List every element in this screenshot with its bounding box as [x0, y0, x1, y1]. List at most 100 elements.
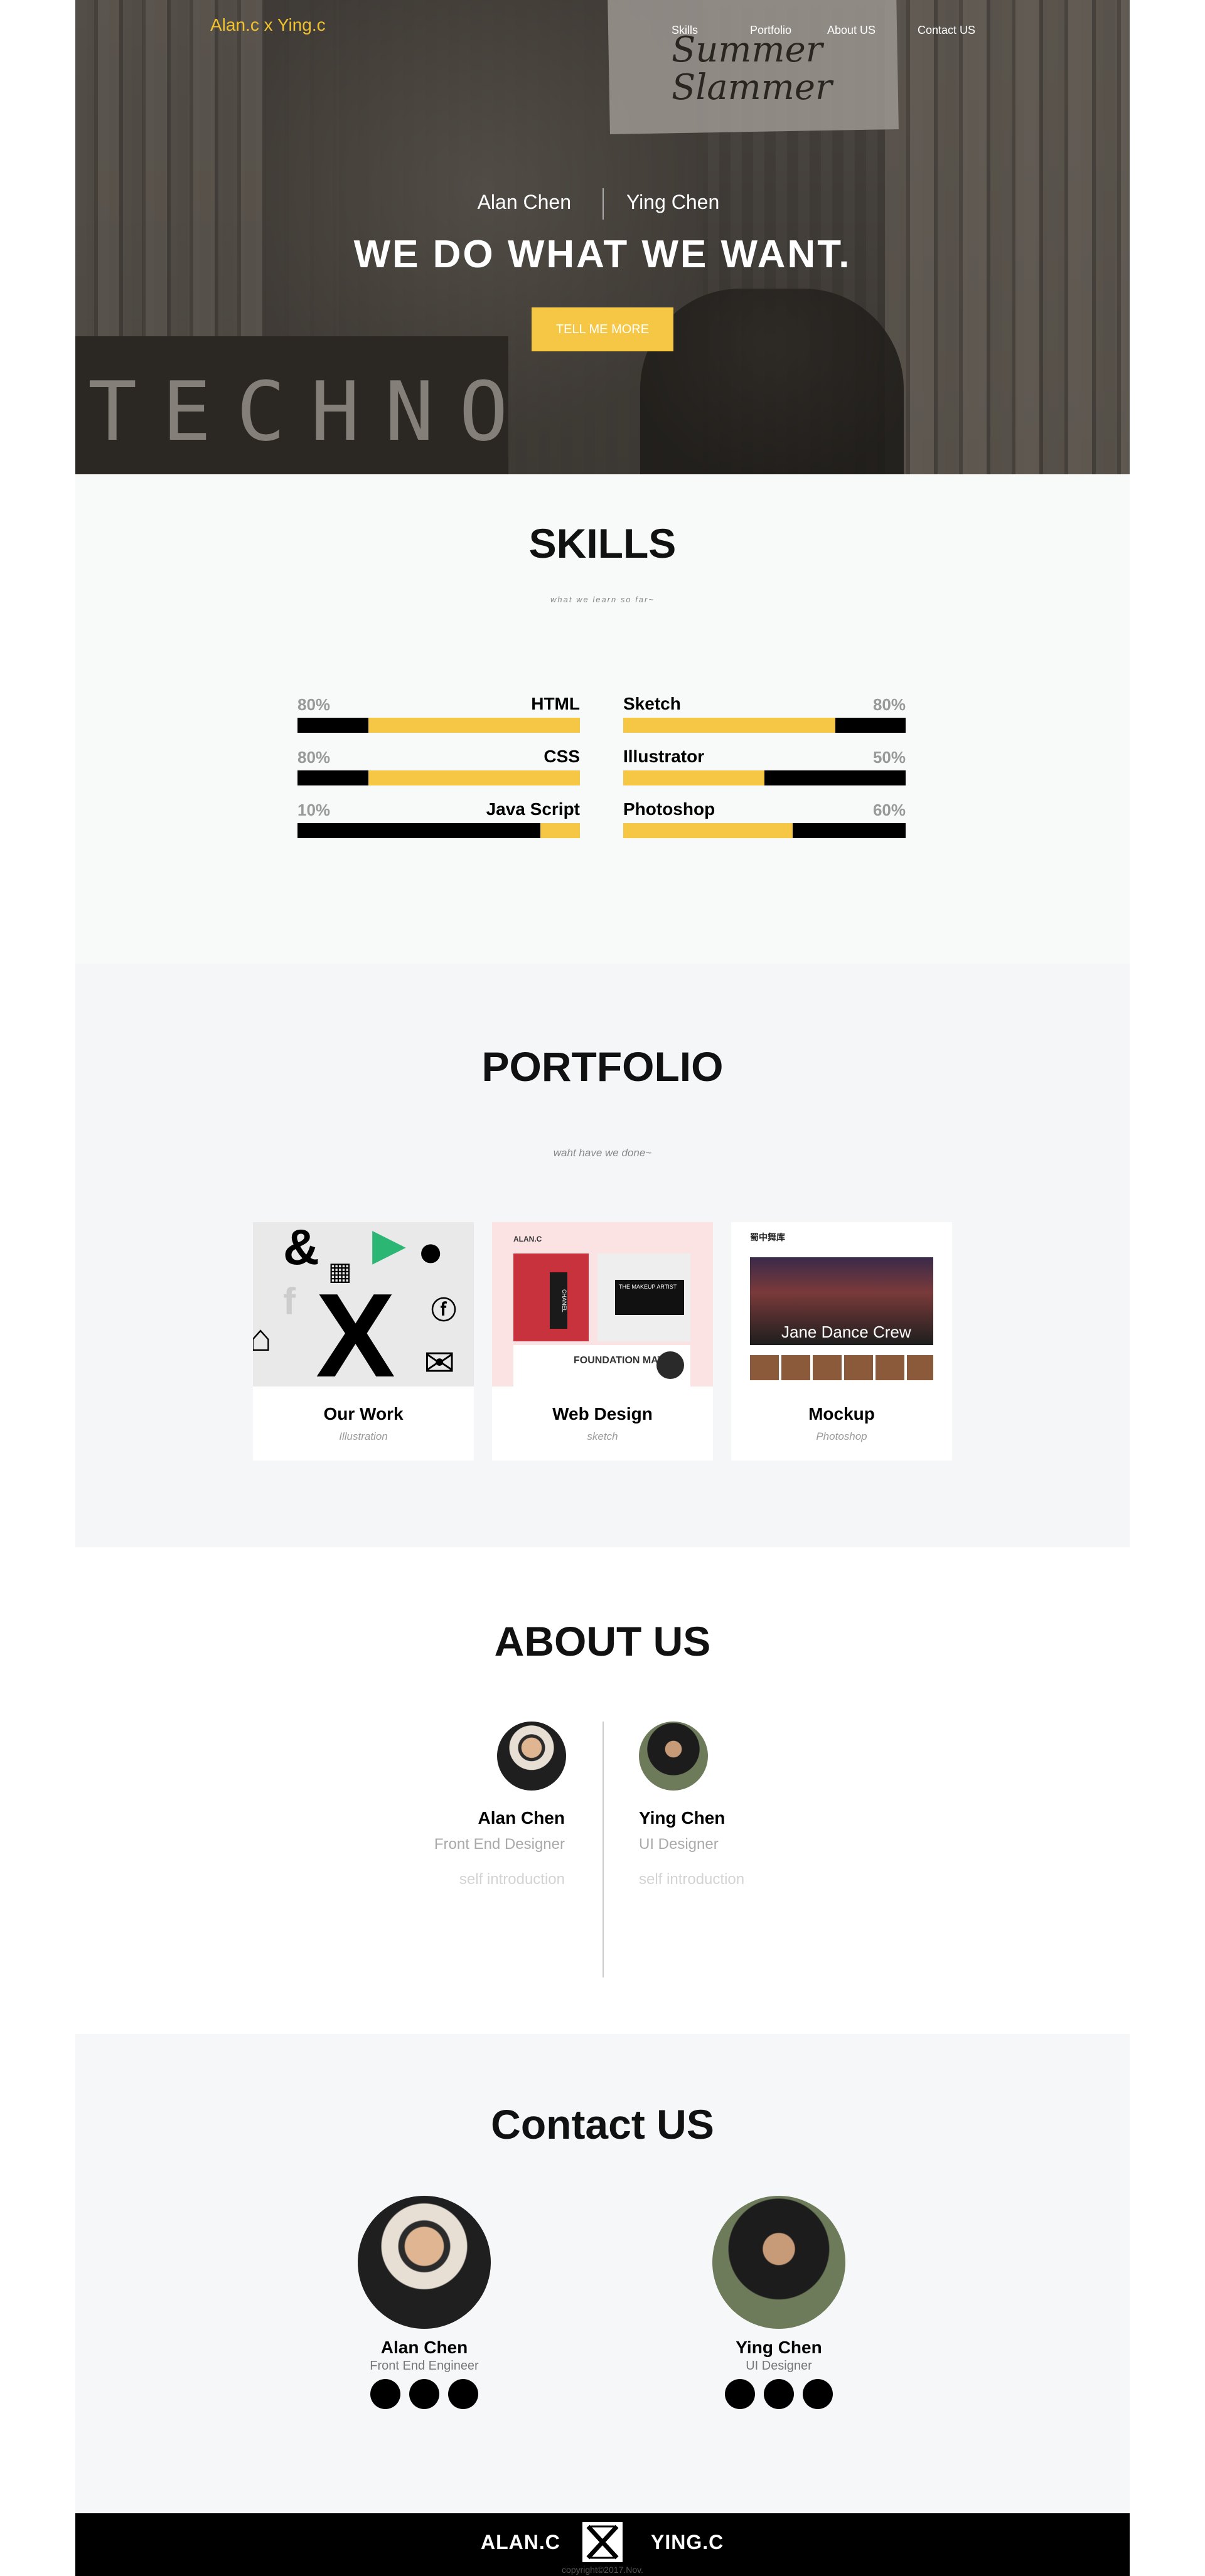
- main-nav: Skills Portfolio About US Contact US: [75, 24, 1130, 39]
- skill-bar-dark: [297, 823, 540, 838]
- about-name-ying: Ying Chen: [639, 1808, 726, 1828]
- card-title: Mockup: [808, 1404, 875, 1424]
- avatar: [497, 1722, 566, 1791]
- portfolio-card-our-work[interactable]: & ▦ ▶ ● f X ⓕ ✉ ⌂ Our Work Illustration: [253, 1222, 474, 1461]
- footer-right-text: YING.C: [651, 2531, 724, 2553]
- social-link-icon[interactable]: [803, 2379, 833, 2409]
- apple-icon: ●: [417, 1227, 444, 1275]
- mail-icon: ✉: [424, 1342, 456, 1384]
- skill-bar-dark: [764, 770, 906, 785]
- footer-left-text: ALAN.C: [481, 2531, 560, 2553]
- thumb-logo: 蜀中舞库: [750, 1232, 785, 1242]
- avatar: [358, 2196, 491, 2329]
- thumb-gallery-strip: [750, 1355, 933, 1380]
- copyright-text: copyright©2017.Nov.: [562, 2565, 643, 2575]
- skill-bar-dark: [835, 718, 906, 733]
- skill-illustrator-percent: 50%: [872, 748, 906, 767]
- hero-name-right: Ying Chen: [626, 191, 720, 213]
- our-work-thumbnail: & ▦ ▶ ● f X ⓕ ✉ ⌂: [253, 1222, 474, 1386]
- thumb-compact: [656, 1351, 684, 1379]
- nav-portfolio[interactable]: Portfolio: [750, 24, 791, 37]
- skill-photoshop-bar: [623, 823, 906, 838]
- home-icon: ⌂: [253, 1317, 272, 1359]
- about-role-alan: Front End Designer: [434, 1836, 565, 1853]
- skill-bar-fill: [623, 770, 764, 785]
- card-title: Web Design: [552, 1404, 653, 1424]
- about-role-ying: UI Designer: [639, 1836, 719, 1853]
- hero-name-divider: [602, 188, 604, 220]
- skills-title: SKILLS: [528, 520, 677, 567]
- skill-bar-fill: [368, 770, 580, 785]
- mockup-thumbnail: 蜀中舞库 Jane Dance Crew: [731, 1222, 952, 1386]
- contact-role-ying: UI Designer: [746, 2359, 812, 2373]
- footer-x-logo-icon: [582, 2522, 623, 2562]
- skill-html: 80% HTML: [297, 694, 580, 734]
- portfolio-title: PORTFOLIO: [481, 1043, 724, 1090]
- contact-title: Contact US: [491, 2101, 714, 2148]
- footer: ALAN.C YING.C copyright©2017.Nov.: [75, 2513, 1130, 2576]
- skill-sketch: Sketch 80%: [623, 694, 906, 734]
- skill-javascript-bar: [297, 823, 580, 838]
- skill-illustrator: Illustrator 50%: [623, 747, 906, 787]
- portfolio-subtitle: waht have we done~: [553, 1147, 652, 1159]
- about-intro-ying: self introduction: [639, 1871, 745, 1888]
- portfolio-card-web-design[interactable]: ALAN.C CHANEL THE MAKEUP ARTIST FOUNDATI…: [492, 1222, 713, 1461]
- thumb-lipstick: CHANEL: [550, 1272, 567, 1329]
- skill-html-label: HTML: [531, 694, 580, 713]
- skills-section: SKILLS what we learn so far~ 80% HTML 80…: [75, 474, 1130, 964]
- card-subtitle: Photoshop: [816, 1430, 867, 1442]
- skill-photoshop-percent: 60%: [872, 801, 906, 819]
- tell-me-more-button[interactable]: TELL ME MORE: [532, 307, 673, 351]
- about-divider: [602, 1722, 604, 1977]
- skill-html-percent: 80%: [297, 695, 331, 714]
- skill-javascript-label: Java Script: [486, 799, 580, 819]
- social-link-icon[interactable]: [725, 2379, 755, 2409]
- skill-html-bar: [297, 718, 580, 733]
- page: Summer Slammer TECHNO Alan.c x Ying.c Sk…: [75, 0, 1130, 2576]
- facebook-icon: f: [283, 1280, 296, 1323]
- card-title: Our Work: [323, 1404, 404, 1424]
- play-store-icon: ▶: [372, 1222, 406, 1269]
- about-name-alan: Alan Chen: [478, 1808, 565, 1828]
- nav-skills[interactable]: Skills: [672, 24, 698, 37]
- facebook-outline-icon: ⓕ: [431, 1297, 456, 1324]
- skill-illustrator-label: Illustrator: [623, 747, 705, 766]
- skill-sketch-percent: 80%: [872, 695, 906, 714]
- thumb-crew-caption: Jane Dance Crew: [781, 1323, 911, 1341]
- skill-sketch-bar: [623, 718, 906, 733]
- x-logo-graphic: [584, 2524, 621, 2560]
- skill-bar-dark: [793, 823, 906, 838]
- card-subtitle: sketch: [587, 1430, 618, 1442]
- thumb-promo-box: THE MAKEUP ARTIST: [615, 1280, 684, 1315]
- nav-about-us[interactable]: About US: [827, 24, 876, 37]
- skill-bar-dark: [297, 770, 368, 785]
- skill-javascript-percent: 10%: [297, 801, 331, 819]
- portfolio-card-mockup[interactable]: 蜀中舞库 Jane Dance Crew Mockup Photoshop: [731, 1222, 952, 1461]
- nav-contact-us[interactable]: Contact US: [918, 24, 975, 37]
- skill-photoshop: Photoshop 60%: [623, 799, 906, 839]
- hero-names: Alan Chen Ying Chen: [75, 188, 1130, 220]
- card-subtitle: Illustration: [339, 1430, 388, 1442]
- contact-name-ying: Ying Chen: [736, 2338, 822, 2357]
- avatar: [712, 2196, 845, 2329]
- skill-css: 80% CSS: [297, 747, 580, 787]
- contact-section: Contact US Alan Chen Front End Engineer …: [75, 2034, 1130, 2513]
- skills-subtitle: what we learn so far~: [550, 595, 655, 604]
- skill-photoshop-label: Photoshop: [623, 799, 715, 819]
- skill-illustrator-bar: [623, 770, 906, 785]
- skill-bar-fill: [540, 823, 580, 838]
- skill-bar-dark: [297, 718, 368, 733]
- thumb-logo: ALAN.C: [513, 1235, 542, 1243]
- skill-css-bar: [297, 770, 580, 785]
- ampersand-icon: &: [283, 1222, 319, 1275]
- social-link-icon[interactable]: [370, 2379, 400, 2409]
- social-link-icon[interactable]: [764, 2379, 794, 2409]
- x-letter-icon: X: [316, 1269, 395, 1386]
- contact-name-alan: Alan Chen: [380, 2338, 468, 2357]
- social-link-icon[interactable]: [448, 2379, 478, 2409]
- social-link-icon[interactable]: [409, 2379, 439, 2409]
- about-title: ABOUT US: [494, 1618, 711, 1664]
- hero-name-left: Alan Chen: [477, 191, 571, 213]
- skill-javascript: 10% Java Script: [297, 799, 580, 839]
- avatar: [639, 1722, 708, 1791]
